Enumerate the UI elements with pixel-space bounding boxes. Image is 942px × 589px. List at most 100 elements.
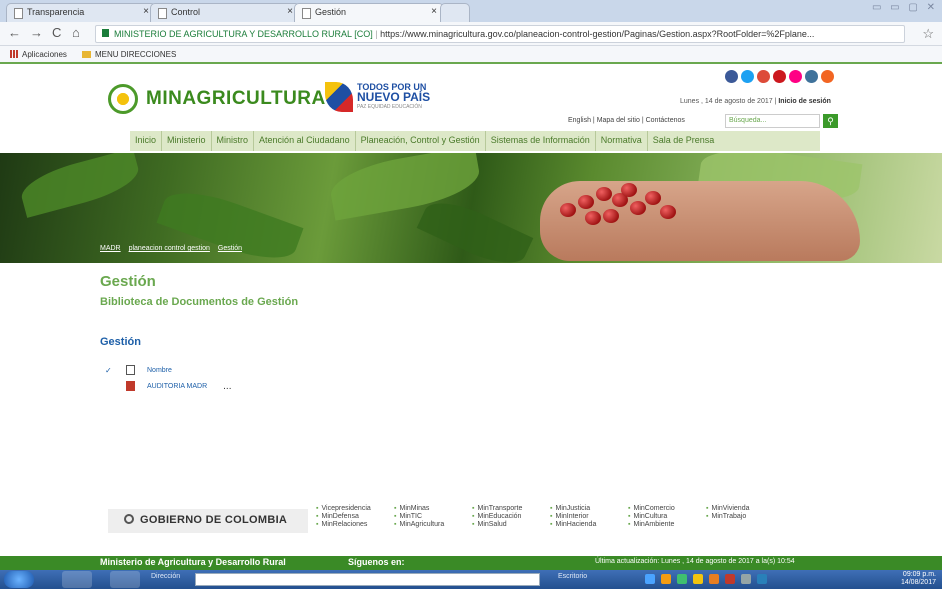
address-bar[interactable]: MINISTERIO DE AGRICULTURA Y DESARROLLO R… bbox=[95, 25, 905, 43]
ministry-link[interactable]: MinAgricultura bbox=[394, 521, 472, 528]
desktop-toolbar-label[interactable]: Escritorio bbox=[558, 573, 587, 580]
clock-date: 14/08/2017 bbox=[900, 579, 936, 586]
gobierno-label: GOBIERNO DE COLOMBIA bbox=[140, 514, 288, 526]
ministry-link[interactable]: MinHacienda bbox=[550, 521, 628, 528]
close-tab-icon[interactable]: × bbox=[287, 6, 293, 17]
system-tray bbox=[645, 574, 767, 584]
forward-icon[interactable]: → bbox=[30, 25, 43, 40]
item-menu-button[interactable]: ... bbox=[223, 381, 231, 392]
home-icon[interactable]: ⌂ bbox=[72, 25, 80, 40]
ministry-link[interactable]: MinInterior bbox=[550, 513, 628, 520]
close-tab-icon[interactable]: × bbox=[143, 6, 149, 17]
page-subtitle: Biblioteca de Documentos de Gestión bbox=[100, 296, 299, 308]
footer-bar: Ministerio de Agricultura y Desarrollo R… bbox=[0, 556, 942, 570]
flickr-icon[interactable] bbox=[789, 70, 802, 83]
nav-normativa[interactable]: Normativa bbox=[596, 131, 648, 151]
tray-volume-icon[interactable] bbox=[741, 574, 751, 584]
tray-app-icon[interactable] bbox=[661, 574, 671, 584]
tray-network-icon[interactable] bbox=[645, 574, 655, 584]
lock-icon bbox=[102, 29, 109, 37]
page-icon bbox=[158, 8, 167, 19]
tab-control[interactable]: Control × bbox=[150, 3, 300, 22]
document-library: ✓ Nombre AUDITORIA MADR ... bbox=[105, 362, 232, 394]
date-login-row: Lunes , 14 de agosto de 2017 | Inicio de… bbox=[680, 98, 831, 105]
tray-app-icon[interactable] bbox=[677, 574, 687, 584]
apps-icon bbox=[10, 50, 18, 58]
word-app-icon[interactable] bbox=[62, 571, 92, 588]
ministry-seal-icon bbox=[108, 84, 138, 114]
sitemap-link[interactable]: Mapa del sitio bbox=[597, 117, 640, 124]
tray-app-icon[interactable] bbox=[709, 574, 719, 584]
youtube-icon[interactable] bbox=[773, 70, 786, 83]
chrome-app-icon[interactable] bbox=[110, 571, 140, 588]
os-taskbar: Dirección Escritorio 09:09 p.m. 14/08/20… bbox=[0, 570, 942, 589]
system-clock[interactable]: 09:09 p.m. 14/08/2017 bbox=[901, 571, 936, 587]
close-tab-icon[interactable]: × bbox=[431, 6, 437, 17]
search-icon[interactable]: ⚲ bbox=[823, 114, 838, 128]
tab-transparencia[interactable]: Transparencia × bbox=[6, 3, 156, 22]
follow-label: Síguenos en: bbox=[348, 557, 405, 567]
google-plus-icon[interactable] bbox=[757, 70, 770, 83]
start-button-icon[interactable] bbox=[4, 571, 34, 588]
new-tab-button[interactable] bbox=[440, 3, 470, 22]
table-row[interactable]: AUDITORIA MADR ... bbox=[105, 378, 232, 394]
nav-atencion-ciudadano[interactable]: Atención al Ciudadano bbox=[254, 131, 356, 151]
bookmark-menu-direcciones[interactable]: MENU DIRECCIONES bbox=[82, 50, 176, 59]
ministry-link[interactable]: MinDefensa bbox=[316, 513, 394, 520]
english-link[interactable]: English bbox=[568, 117, 591, 124]
ministry-link[interactable]: MinTIC bbox=[394, 513, 472, 520]
ministry-link[interactable]: MinCultura bbox=[628, 513, 706, 520]
ministry-link[interactable]: MinSalud bbox=[472, 521, 550, 528]
select-all-checkmark-icon[interactable]: ✓ bbox=[105, 366, 117, 375]
search-input[interactable]: Búsqueda... bbox=[725, 114, 820, 128]
ministry-link[interactable]: MinMinas bbox=[394, 505, 472, 512]
ministry-link[interactable]: MinComercio bbox=[628, 505, 706, 512]
ministry-link[interactable]: MinEducación bbox=[472, 513, 550, 520]
document-type-icon bbox=[126, 365, 135, 375]
nav-planeacion[interactable]: Planeación, Control y Gestión bbox=[356, 131, 486, 151]
taskbar-address-input[interactable] bbox=[195, 573, 540, 586]
twitter-icon[interactable] bbox=[741, 70, 754, 83]
nav-ministerio[interactable]: Ministerio bbox=[162, 131, 212, 151]
ministry-link[interactable]: MinTrabajo bbox=[706, 513, 784, 520]
tab-gestion[interactable]: Gestión × bbox=[294, 3, 444, 22]
document-link[interactable]: AUDITORIA MADR bbox=[147, 383, 207, 390]
back-icon[interactable]: ← bbox=[8, 25, 21, 40]
reload-icon[interactable]: C bbox=[52, 25, 61, 40]
ministries-grid: Vicepresidencia MinMinas MinTransporte M… bbox=[316, 505, 784, 528]
column-header-nombre[interactable]: Nombre bbox=[147, 367, 172, 374]
ministry-link[interactable]: Vicepresidencia bbox=[316, 505, 394, 512]
ministry-link[interactable]: MinAmbiente bbox=[628, 521, 706, 528]
nav-sala-prensa[interactable]: Sala de Prensa bbox=[648, 131, 720, 151]
ministry-link[interactable]: MinJusticia bbox=[550, 505, 628, 512]
ministry-link[interactable]: MinRelaciones bbox=[316, 521, 394, 528]
ministry-link[interactable]: MinTransporte bbox=[472, 505, 550, 512]
nav-ministro[interactable]: Ministro bbox=[212, 131, 255, 151]
browser-tab-bar: Transparencia × Control × Gestión × ▭ ▭ … bbox=[0, 0, 942, 22]
bookmark-aplicaciones[interactable]: Aplicaciones bbox=[10, 50, 67, 59]
library-title[interactable]: Gestión bbox=[100, 336, 141, 348]
nav-inicio[interactable]: Inicio bbox=[130, 131, 163, 151]
ministry-link[interactable]: MinVivienda bbox=[706, 505, 784, 512]
breadcrumb-planeacion[interactable]: planeacion control gestion bbox=[129, 245, 210, 252]
login-link[interactable]: Inicio de sesión bbox=[778, 98, 831, 105]
bookmark-star-icon[interactable]: ☆ bbox=[922, 26, 934, 42]
breadcrumb-gestion[interactable]: Gestión bbox=[218, 245, 242, 252]
window-controls[interactable]: ▭ ▭ ▢ ✕ bbox=[872, 2, 938, 13]
logo-text: MINAGRICULTURA bbox=[146, 88, 326, 109]
tray-app-icon[interactable] bbox=[725, 574, 735, 584]
facebook-icon[interactable] bbox=[725, 70, 738, 83]
nav-sistemas[interactable]: Sistemas de Información bbox=[486, 131, 596, 151]
seal-icon bbox=[124, 514, 134, 524]
minagricultura-logo[interactable]: MINAGRICULTURA bbox=[108, 84, 326, 114]
contact-link[interactable]: Contáctenos bbox=[646, 117, 685, 124]
gobierno-de-colombia-logo[interactable]: GOBIERNO DE COLOMBIA bbox=[108, 509, 308, 533]
tray-app-icon[interactable] bbox=[757, 574, 767, 584]
instagram-icon[interactable] bbox=[805, 70, 818, 83]
tab-label: Transparencia bbox=[27, 7, 85, 17]
slogan-line2: NUEVO PAÍS bbox=[357, 90, 431, 104]
page-icon bbox=[14, 8, 23, 19]
rss-icon[interactable] bbox=[821, 70, 834, 83]
breadcrumb-madr[interactable]: MADR bbox=[100, 245, 121, 252]
tray-app-icon[interactable] bbox=[693, 574, 703, 584]
